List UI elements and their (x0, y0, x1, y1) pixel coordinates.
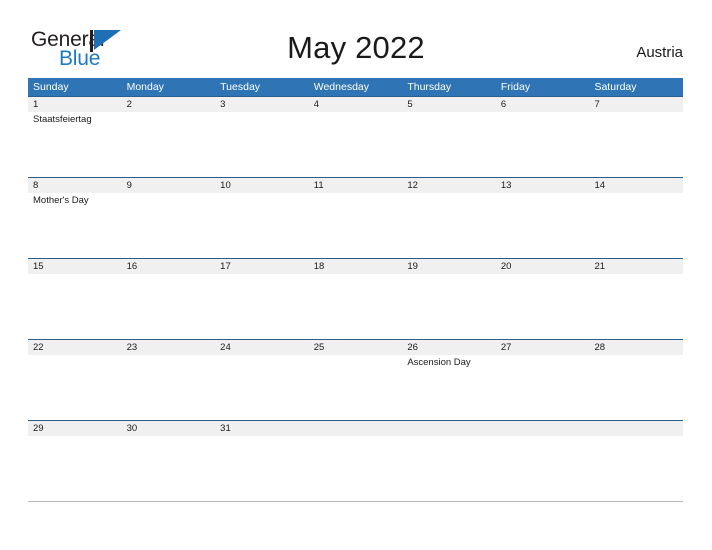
date-number[interactable]: 26 (402, 340, 496, 355)
day-event-text (309, 436, 403, 501)
date-number[interactable]: 5 (402, 97, 496, 112)
date-number[interactable]: 25 (309, 340, 403, 355)
day-event-text[interactable] (589, 355, 683, 420)
date-number (589, 421, 683, 436)
weekday-header-tuesday: Tuesday (220, 81, 261, 93)
day-event-text[interactable] (215, 355, 309, 420)
date-number[interactable]: 17 (215, 259, 309, 274)
weekday-header-thursday: Thursday (407, 81, 452, 93)
date-number[interactable]: 23 (122, 340, 216, 355)
week-dates-band: 29 30 31 (28, 421, 683, 436)
day-event-text[interactable] (402, 274, 496, 339)
date-number (496, 421, 590, 436)
day-event-text[interactable]: Staatsfeiertag (28, 112, 122, 177)
week-dates-band: 8 9 10 11 12 13 14 (28, 178, 683, 193)
day-event-text[interactable]: Mother's Day (28, 193, 122, 258)
day-event-text[interactable] (496, 112, 590, 177)
day-event-text[interactable] (215, 112, 309, 177)
week-dates-band: 22 23 24 25 26 27 28 (28, 340, 683, 355)
date-number[interactable]: 14 (589, 178, 683, 193)
date-number[interactable]: 3 (215, 97, 309, 112)
weekday-header-monday: Monday (126, 81, 164, 93)
calendar-page: General Blue May 2022 Austria Sunday Mon… (0, 0, 712, 550)
day-event-text[interactable] (496, 193, 590, 258)
week-row: 29 30 31 (28, 420, 683, 502)
date-number[interactable]: 13 (496, 178, 590, 193)
day-event-text[interactable] (122, 112, 216, 177)
date-number[interactable]: 18 (309, 259, 403, 274)
date-number[interactable]: 20 (496, 259, 590, 274)
weekday-header-saturday: Saturday (594, 81, 637, 93)
day-event-text[interactable] (215, 274, 309, 339)
day-event-text[interactable] (122, 436, 216, 501)
date-number[interactable]: 29 (28, 421, 122, 436)
date-number (402, 421, 496, 436)
day-event-text (402, 436, 496, 501)
week-events-band: Mother's Day (28, 193, 683, 258)
date-number[interactable]: 15 (28, 259, 122, 274)
day-event-text[interactable] (589, 112, 683, 177)
date-number[interactable]: 31 (215, 421, 309, 436)
day-event-text[interactable] (309, 274, 403, 339)
date-number[interactable]: 10 (215, 178, 309, 193)
date-number[interactable]: 28 (589, 340, 683, 355)
week-row: 15 16 17 18 19 20 21 (28, 258, 683, 339)
day-event-text[interactable] (402, 193, 496, 258)
week-row: 8 9 10 11 12 13 14 Mother's Day (28, 177, 683, 258)
day-event-text[interactable] (122, 355, 216, 420)
day-event-text[interactable] (122, 193, 216, 258)
weekday-header-friday: Friday (500, 81, 531, 93)
week-events-band: Staatsfeiertag (28, 112, 683, 177)
weekday-header-sunday: Sunday (33, 81, 69, 93)
week-events-band: Ascension Day (28, 355, 683, 420)
date-number[interactable]: 27 (496, 340, 590, 355)
week-row: 1 2 3 4 5 6 7 Staatsfeiertag (28, 96, 683, 177)
region-label: Austria (636, 44, 683, 61)
date-number[interactable]: 9 (122, 178, 216, 193)
date-number[interactable]: 7 (589, 97, 683, 112)
page-title: May 2022 (287, 30, 425, 65)
date-number[interactable]: 1 (28, 97, 122, 112)
day-event-text[interactable] (309, 355, 403, 420)
date-number[interactable]: 19 (402, 259, 496, 274)
week-dates-band: 15 16 17 18 19 20 21 (28, 259, 683, 274)
day-event-text[interactable] (28, 274, 122, 339)
day-event-text[interactable] (28, 355, 122, 420)
day-event-text[interactable] (122, 274, 216, 339)
week-events-band (28, 436, 683, 501)
date-number (309, 421, 403, 436)
day-event-text[interactable] (215, 193, 309, 258)
date-number[interactable]: 21 (589, 259, 683, 274)
day-event-text[interactable] (215, 436, 309, 501)
day-event-text[interactable] (496, 274, 590, 339)
week-events-band (28, 274, 683, 339)
day-event-text[interactable] (309, 112, 403, 177)
date-number[interactable]: 6 (496, 97, 590, 112)
day-event-text[interactable]: Ascension Day (402, 355, 496, 420)
week-dates-band: 1 2 3 4 5 6 7 (28, 97, 683, 112)
weekday-header-wednesday: Wednesday (313, 81, 369, 93)
day-event-text (496, 436, 590, 501)
date-number[interactable]: 4 (309, 97, 403, 112)
date-number[interactable]: 16 (122, 259, 216, 274)
day-event-text[interactable] (309, 193, 403, 258)
day-event-text (589, 436, 683, 501)
week-row: 22 23 24 25 26 27 28 Ascension Day (28, 339, 683, 420)
date-number[interactable]: 22 (28, 340, 122, 355)
day-event-text[interactable] (402, 112, 496, 177)
date-number[interactable]: 2 (122, 97, 216, 112)
page-header: General Blue May 2022 Austria (0, 0, 712, 76)
date-number[interactable]: 24 (215, 340, 309, 355)
date-number[interactable]: 30 (122, 421, 216, 436)
day-event-text[interactable] (589, 193, 683, 258)
date-number[interactable]: 11 (309, 178, 403, 193)
date-number[interactable]: 12 (402, 178, 496, 193)
day-event-text[interactable] (496, 355, 590, 420)
weekday-header-row: Sunday Monday Tuesday Wednesday Thursday… (28, 78, 683, 96)
date-number[interactable]: 8 (28, 178, 122, 193)
day-event-text[interactable] (28, 436, 122, 501)
calendar-grid: Sunday Monday Tuesday Wednesday Thursday… (28, 78, 683, 502)
day-event-text[interactable] (589, 274, 683, 339)
